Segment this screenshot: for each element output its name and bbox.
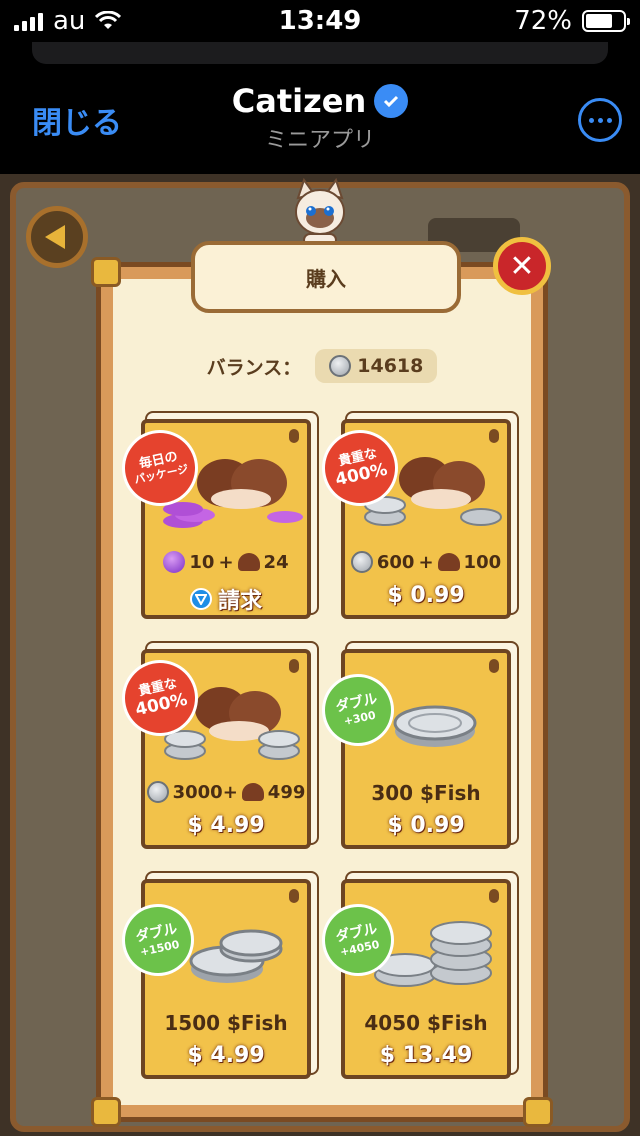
package-card-400-large[interactable]: 貴重な 400% 3000+ 499 $ 4.99 [118, 649, 311, 849]
amount-b: 499 [267, 781, 306, 803]
fish-amount: 1500 $Fish [164, 1011, 288, 1035]
balance-row: バランス： 14618 [113, 349, 531, 383]
modal-corner [91, 1097, 121, 1127]
miniapp-header: 閉じる Catizen ミニアプリ [0, 64, 640, 174]
modal-corner [523, 1097, 553, 1127]
fish-card-1500[interactable]: ダブル +1500 1500 $Fish $ 4.99 [118, 879, 311, 1079]
fish-coin-icon [146, 781, 169, 803]
package-card-400-small[interactable]: 貴重な 400% 600 + 100 $ 0.99 [318, 419, 511, 619]
claim-button[interactable]: 請求 [145, 583, 307, 615]
verified-badge-icon [374, 84, 409, 118]
amount-a: 3000+ [172, 781, 238, 803]
ton-icon [189, 588, 212, 610]
package-card-daily[interactable]: 毎日の パッケージ 10 + 24 請求 [118, 419, 311, 619]
card-contents: 10 + 24 [145, 551, 307, 573]
battery-icon [582, 10, 630, 32]
fish-amount: 4050 $Fish [364, 1011, 488, 1035]
price-button[interactable]: $ 13.49 [345, 1043, 507, 1068]
amount-a: 10 [189, 551, 215, 573]
fish-card-300[interactable]: ダブル +300 300 $Fish $ 0.99 [318, 649, 511, 849]
shell-icon [237, 553, 260, 571]
more-options-button[interactable] [578, 98, 622, 142]
cat-mascot-icon [295, 178, 345, 247]
gem-icon [163, 551, 186, 573]
shell-icon [241, 783, 264, 801]
price-button[interactable]: $ 0.99 [345, 583, 507, 608]
purchase-modal: バランス： 14618 毎日の パッケージ 10 + 24 請求 貴重な 400… [91, 237, 553, 1127]
price-button[interactable]: $ 4.99 [145, 813, 307, 838]
sheet-background [32, 42, 608, 64]
fish-amount: 300 $Fish [371, 781, 481, 805]
back-arrow-icon[interactable] [26, 206, 88, 268]
fish-card-4050[interactable]: ダブル +4050 4050 $Fish $ 13.49 [318, 879, 511, 1079]
balance-value: 14618 [357, 355, 424, 377]
amount-b: 100 [463, 551, 502, 573]
battery-percent: 72% [514, 6, 572, 36]
app-title: Catizen [231, 82, 367, 120]
modal-corner [91, 257, 121, 287]
amount-a: 600 [376, 551, 415, 573]
card-contents: 600 + 100 [345, 551, 507, 573]
claim-label: 請求 [217, 589, 262, 614]
amount-b: 24 [263, 551, 289, 573]
game-area: バランス： 14618 毎日の パッケージ 10 + 24 請求 貴重な 400… [0, 174, 640, 1136]
balance-label: バランス： [206, 356, 302, 379]
modal-title: 購入 [191, 241, 461, 313]
plus-sign: + [418, 551, 434, 573]
price-button[interactable]: $ 0.99 [345, 813, 507, 838]
shell-icon [437, 553, 460, 571]
close-modal-button[interactable]: ✕ [493, 237, 551, 295]
fish-coin-icon [350, 551, 373, 573]
status-bar: au 13:49 72% [0, 0, 640, 40]
card-contents: 3000+ 499 [145, 781, 307, 803]
plus-sign: + [218, 551, 234, 573]
app-subtitle: ミニアプリ [264, 128, 375, 153]
price-button[interactable]: $ 4.99 [145, 1043, 307, 1068]
fish-coin-icon [329, 355, 352, 377]
